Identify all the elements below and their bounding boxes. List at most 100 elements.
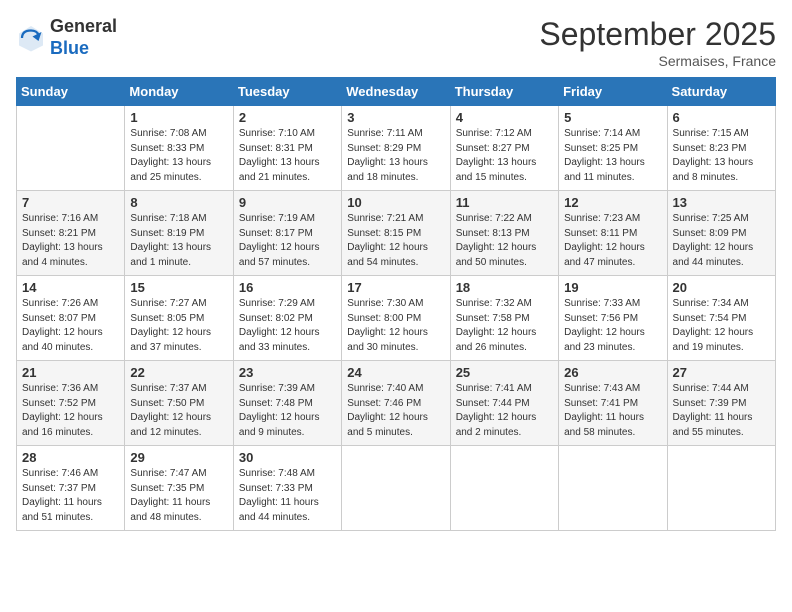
day-info: Sunrise: 7:41 AMSunset: 7:44 PMDaylight:… [456,382,553,440]
day-info: Sunrise: 7:47 AMSunset: 7:35 PMDaylight:… [130,467,227,525]
day-info: Sunrise: 7:21 AMSunset: 8:15 PMDaylight:… [347,212,444,270]
calendar-cell: 25Sunrise: 7:41 AMSunset: 7:44 PMDayligh… [450,361,558,446]
day-number: 8 [130,195,227,210]
day-number: 19 [564,280,661,295]
page-header: General Blue September 2025 Sermaises, F… [16,16,776,69]
day-info: Sunrise: 7:43 AMSunset: 7:41 PMDaylight:… [564,382,661,440]
calendar-cell [17,106,125,191]
header-tuesday: Tuesday [233,78,341,106]
calendar-cell [450,446,558,531]
calendar-cell: 6 Sunrise: 7:15 AMSunset: 8:23 PMDaylight… [667,106,775,191]
calendar-cell: 3 Sunrise: 7:11 AMSunset: 8:29 PMDaylight… [342,106,450,191]
calendar-cell: 10 Sunrise: 7:21 AMSunset: 8:15 PMDayligh… [342,191,450,276]
calendar-cell: 13Sunrise: 7:25 AMSunset: 8:09 PMDayligh… [667,191,775,276]
day-info: Sunrise: 7:18 AMSunset: 8:19 PMDaylight:… [130,212,227,270]
day-number: 1 [130,110,227,125]
day-number: 4 [456,110,553,125]
calendar-cell: 17 Sunrise: 7:30 AMSunset: 8:00 PMDayligh… [342,276,450,361]
calendar-cell: 24Sunrise: 7:40 AMSunset: 7:46 PMDayligh… [342,361,450,446]
day-info: Sunrise: 7:08 AMSunset: 8:33 PMDaylight:… [130,127,227,185]
day-number: 18 [456,280,553,295]
calendar-cell: 30 Sunrise: 7:48 AMSunset: 7:33 PMDayligh… [233,446,341,531]
day-number: 6 [673,110,770,125]
day-info: Sunrise: 7:30 AMSunset: 8:00 PMDaylight:… [347,297,444,355]
day-number: 12 [564,195,661,210]
header-wednesday: Wednesday [342,78,450,106]
day-info: Sunrise: 7:27 AMSunset: 8:05 PMDaylight:… [130,297,227,355]
calendar-cell: 29 Sunrise: 7:47 AMSunset: 7:35 PMDayligh… [125,446,233,531]
calendar-cell: 4 Sunrise: 7:12 AMSunset: 8:27 PMDaylight… [450,106,558,191]
day-number: 10 [347,195,444,210]
calendar-cell [342,446,450,531]
day-info: Sunrise: 7:34 AMSunset: 7:54 PMDaylight:… [673,297,770,355]
calendar-week-row: 7 Sunrise: 7:16 AMSunset: 8:21 PMDaylight… [17,191,776,276]
day-number: 7 [22,195,119,210]
header-sunday: Sunday [17,78,125,106]
calendar-cell: 20 Sunrise: 7:34 AMSunset: 7:54 PMDayligh… [667,276,775,361]
day-info: Sunrise: 7:32 AMSunset: 7:58 PMDaylight:… [456,297,553,355]
day-info: Sunrise: 7:19 AMSunset: 8:17 PMDaylight:… [239,212,336,270]
day-info: Sunrise: 7:14 AMSunset: 8:25 PMDaylight:… [564,127,661,185]
calendar-week-row: 1 Sunrise: 7:08 AMSunset: 8:33 PMDaylight… [17,106,776,191]
day-info: Sunrise: 7:22 AMSunset: 8:13 PMDaylight:… [456,212,553,270]
day-number: 20 [673,280,770,295]
day-info: Sunrise: 7:44 AMSunset: 7:39 PMDaylight:… [673,382,770,440]
calendar-cell: 12 Sunrise: 7:23 AMSunset: 8:11 PMDayligh… [559,191,667,276]
day-number: 26 [564,365,661,380]
day-number: 16 [239,280,336,295]
day-info: Sunrise: 7:26 AMSunset: 8:07 PMDaylight:… [22,297,119,355]
calendar-cell: 28 Sunrise: 7:46 AMSunset: 7:37 PMDayligh… [17,446,125,531]
calendar-cell: 7 Sunrise: 7:16 AMSunset: 8:21 PMDaylight… [17,191,125,276]
day-info: Sunrise: 7:10 AMSunset: 8:31 PMDaylight:… [239,127,336,185]
day-number: 5 [564,110,661,125]
day-info: Sunrise: 7:15 AMSunset: 8:23 PMDaylight:… [673,127,770,185]
day-number: 14 [22,280,119,295]
calendar-cell: 21Sunrise: 7:36 AMSunset: 7:52 PMDayligh… [17,361,125,446]
day-info: Sunrise: 7:25 AMSunset: 8:09 PMDaylight:… [673,212,770,270]
calendar-cell: 8 Sunrise: 7:18 AMSunset: 8:19 PMDaylight… [125,191,233,276]
day-number: 22 [130,365,227,380]
calendar-cell: 11Sunrise: 7:22 AMSunset: 8:13 PMDayligh… [450,191,558,276]
calendar-week-row: 21Sunrise: 7:36 AMSunset: 7:52 PMDayligh… [17,361,776,446]
logo: General Blue [16,16,117,59]
day-number: 29 [130,450,227,465]
calendar-cell: 15 Sunrise: 7:27 AMSunset: 8:05 PMDayligh… [125,276,233,361]
header-thursday: Thursday [450,78,558,106]
day-info: Sunrise: 7:46 AMSunset: 7:37 PMDaylight:… [22,467,119,525]
day-number: 15 [130,280,227,295]
day-info: Sunrise: 7:36 AMSunset: 7:52 PMDaylight:… [22,382,119,440]
day-number: 24 [347,365,444,380]
day-info: Sunrise: 7:23 AMSunset: 8:11 PMDaylight:… [564,212,661,270]
calendar-cell: 1 Sunrise: 7:08 AMSunset: 8:33 PMDaylight… [125,106,233,191]
calendar-cell: 5 Sunrise: 7:14 AMSunset: 8:25 PMDaylight… [559,106,667,191]
day-info: Sunrise: 7:48 AMSunset: 7:33 PMDaylight:… [239,467,336,525]
calendar-cell: 27Sunrise: 7:44 AMSunset: 7:39 PMDayligh… [667,361,775,446]
day-info: Sunrise: 7:29 AMSunset: 8:02 PMDaylight:… [239,297,336,355]
day-number: 28 [22,450,119,465]
logo-text: General Blue [50,16,117,59]
day-number: 23 [239,365,336,380]
day-number: 3 [347,110,444,125]
calendar-cell: 18 Sunrise: 7:32 AMSunset: 7:58 PMDayligh… [450,276,558,361]
calendar-cell: 23Sunrise: 7:39 AMSunset: 7:48 PMDayligh… [233,361,341,446]
day-number: 9 [239,195,336,210]
month-title: September 2025 [539,16,776,53]
calendar-cell [559,446,667,531]
calendar-cell: 22 Sunrise: 7:37 AMSunset: 7:50 PMDayligh… [125,361,233,446]
day-info: Sunrise: 7:16 AMSunset: 8:21 PMDaylight:… [22,212,119,270]
day-info: Sunrise: 7:37 AMSunset: 7:50 PMDaylight:… [130,382,227,440]
calendar-cell: 9 Sunrise: 7:19 AMSunset: 8:17 PMDaylight… [233,191,341,276]
day-info: Sunrise: 7:12 AMSunset: 8:27 PMDaylight:… [456,127,553,185]
calendar-week-row: 28 Sunrise: 7:46 AMSunset: 7:37 PMDayligh… [17,446,776,531]
calendar-week-row: 14 Sunrise: 7:26 AMSunset: 8:07 PMDayligh… [17,276,776,361]
header-monday: Monday [125,78,233,106]
day-number: 17 [347,280,444,295]
calendar-cell: 2Sunrise: 7:10 AMSunset: 8:31 PMDaylight… [233,106,341,191]
calendar-cell: 26 Sunrise: 7:43 AMSunset: 7:41 PMDayligh… [559,361,667,446]
day-info: Sunrise: 7:11 AMSunset: 8:29 PMDaylight:… [347,127,444,185]
calendar-cell: 14 Sunrise: 7:26 AMSunset: 8:07 PMDayligh… [17,276,125,361]
header-friday: Friday [559,78,667,106]
day-number: 30 [239,450,336,465]
calendar-cell: 16 Sunrise: 7:29 AMSunset: 8:02 PMDayligh… [233,276,341,361]
day-info: Sunrise: 7:33 AMSunset: 7:56 PMDaylight:… [564,297,661,355]
